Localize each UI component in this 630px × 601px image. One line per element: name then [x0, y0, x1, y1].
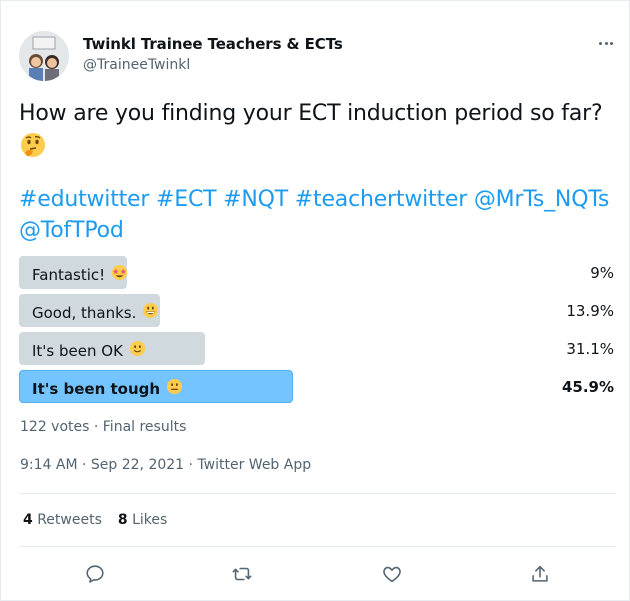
likes-stat[interactable]: 8 Likes [118, 512, 167, 528]
reply-icon[interactable] [82, 561, 108, 587]
neutral-face-icon [166, 378, 183, 399]
slightly-smiling-face-icon [129, 340, 146, 361]
avatar[interactable] [19, 31, 69, 81]
poll-option-percent: 45.9% [561, 378, 614, 396]
display-name[interactable]: Twinkl Trainee Teachers & ECTs [83, 35, 343, 53]
poll-option-label: It's been tough [32, 378, 183, 399]
thinking-face-icon [19, 131, 49, 161]
poll-option-percent: 31.1% [566, 340, 614, 358]
share-icon[interactable] [527, 561, 553, 587]
poll-option-percent: 13.9% [566, 302, 614, 320]
poll-option: It's been tough 45.9% [19, 370, 616, 403]
like-icon[interactable] [379, 561, 405, 587]
poll-summary: 122 votes · Final results [20, 419, 187, 435]
poll-option: Fantastic! 9% [19, 256, 616, 289]
poll-option: Good, thanks. 13.9% [19, 294, 616, 327]
tweet-timestamp[interactable]: 9:14 AM · Sep 22, 2021 · Twitter Web App [20, 457, 311, 473]
grinning-face-icon [142, 302, 159, 323]
hashtags[interactable]: #edutwitter #ECT #NQT #teachertwitter @M… [19, 184, 624, 246]
tweet-card: Twinkl Trainee Teachers & ECTs @TraineeT… [0, 0, 630, 601]
retweets-stat[interactable]: 4 Retweets [23, 512, 102, 528]
poll-option-label: It's been OK [32, 340, 146, 361]
poll-option-label: Fantastic! [32, 264, 128, 285]
tweet-text: How are you finding your ECT induction p… [19, 101, 603, 126]
more-options-icon[interactable] [594, 31, 618, 55]
star-struck-icon [111, 264, 128, 285]
action-bar [1, 561, 630, 587]
hashtags-line-1[interactable]: #edutwitter #ECT #NQT #teachertwitter @M… [19, 184, 624, 215]
user-handle[interactable]: @TraineeTwinkl [83, 57, 190, 73]
poll-option: It's been OK 31.1% [19, 332, 616, 365]
divider [19, 493, 616, 494]
retweet-icon[interactable] [229, 561, 255, 587]
poll-option-label: Good, thanks. [32, 302, 159, 323]
poll-option-percent: 9% [590, 264, 614, 282]
engagement-stats: 4 Retweets 8 Likes [23, 512, 167, 528]
hashtags-line-2[interactable]: @TofTPod [19, 215, 624, 246]
divider [19, 546, 616, 547]
